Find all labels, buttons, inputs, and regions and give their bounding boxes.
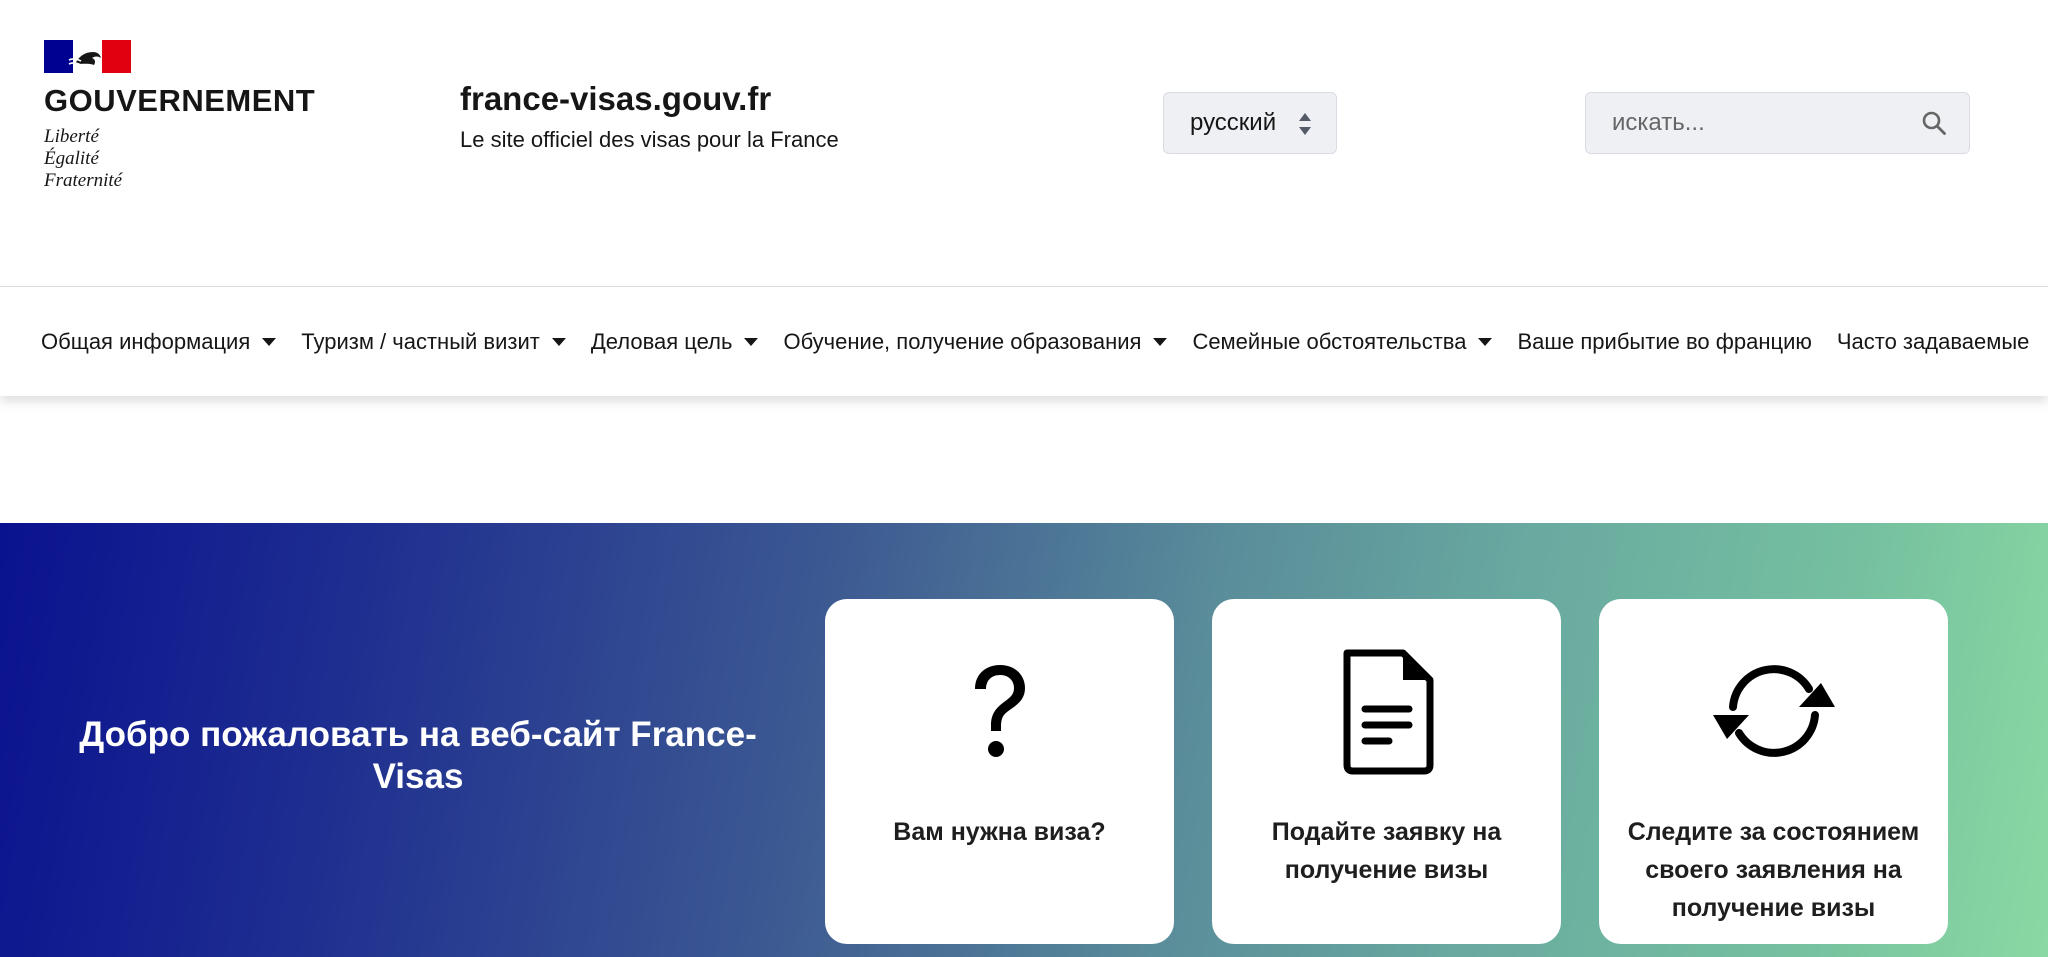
select-arrows-icon <box>1299 113 1311 135</box>
nav-item-label: Обучение, получение образования <box>783 328 1142 354</box>
nav-item-faq[interactable]: Часто задаваемые <box>1837 329 2030 355</box>
search-input[interactable] <box>1586 93 1906 153</box>
nav-item-label: Деловая цель <box>590 328 733 354</box>
site-tagline: Le site officiel des visas pour la Franc… <box>460 127 839 152</box>
caret-down-icon <box>744 337 759 346</box>
nav-item-label: Ваше прибытие во францию <box>1517 328 1812 354</box>
site-title-link[interactable]: france-visas.gouv.fr <box>460 80 771 118</box>
question-mark-icon <box>974 665 1025 757</box>
nav-item-general-info[interactable]: Общая информация <box>41 328 277 355</box>
caret-down-icon <box>551 337 566 346</box>
hero-banner: Добро пожаловать на веб-сайт France-Visa… <box>0 523 2048 957</box>
nav-item-arrival[interactable]: Ваше прибытие во францию <box>1517 329 1811 355</box>
card-label: Следите за состоянием своего заявления н… <box>1627 818 1920 922</box>
welcome-heading: Добро пожаловать на веб-сайт France-Visa… <box>79 715 757 796</box>
refresh-icon <box>1712 665 1835 757</box>
marianne-profile-icon <box>68 52 101 66</box>
nav-item-label: Общая информация <box>41 328 251 354</box>
nav-item-label: Туризм / частный визит <box>301 328 540 354</box>
nav-item-family[interactable]: Семейные обстоятельства <box>1192 328 1493 355</box>
main-navigation: Общая информация Туризм / частный визит … <box>0 286 2048 396</box>
caret-down-icon <box>262 337 277 346</box>
search-box <box>1585 92 1970 154</box>
nav-menu: Общая информация Туризм / частный визит … <box>41 287 2048 396</box>
motto-egalite: Égalité <box>44 148 99 169</box>
document-icon <box>1343 649 1433 775</box>
republic-flag-logo[interactable] <box>44 40 131 73</box>
card-need-visa[interactable]: Вам нужна виза? <box>825 599 1174 944</box>
language-select[interactable]: русский <box>1163 92 1337 154</box>
nav-item-label: Часто задаваемые <box>1836 328 2030 354</box>
nav-item-tourism[interactable]: Туризм / частный визит <box>301 329 566 355</box>
motto-liberte: Liberté <box>44 126 99 147</box>
nav-item-label: Семейные обстоятельства <box>1192 328 1467 354</box>
language-select-value: русский <box>1190 109 1277 136</box>
caret-down-icon <box>1153 337 1168 346</box>
motto-fraternite: Fraternité <box>44 170 123 191</box>
card-apply-visa[interactable]: Подайте заявку на получение визы <box>1212 599 1561 944</box>
government-name: GOUVERNEMENT <box>44 83 316 118</box>
nav-item-study[interactable]: Обучение, получение образования <box>783 328 1168 355</box>
card-track-application[interactable]: Следите за состоянием своего заявления н… <box>1599 599 1948 944</box>
card-label: Подайте заявку на получение визы <box>1271 818 1502 884</box>
republic-motto: Liberté Égalité Fraternité <box>44 126 122 192</box>
card-label: Вам нужна виза? <box>893 818 1106 846</box>
site-header: GOUVERNEMENT Liberté Égalité Fraternité … <box>0 0 2048 286</box>
nav-item-business[interactable]: Деловая цель <box>591 329 759 355</box>
search-icon[interactable] <box>1921 110 1947 136</box>
caret-down-icon <box>1478 337 1493 346</box>
